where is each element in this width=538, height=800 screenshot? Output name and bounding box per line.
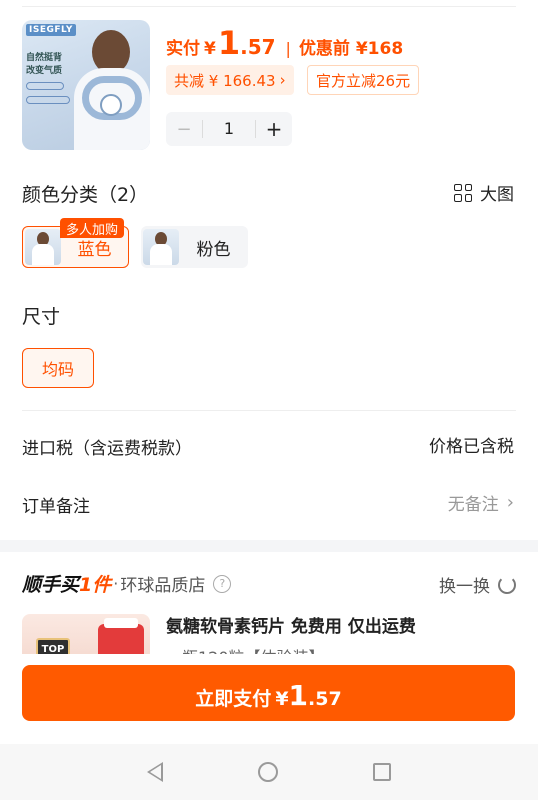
increment-button[interactable]: + bbox=[256, 117, 292, 141]
pay-now-label: 立即支付 bbox=[195, 688, 272, 710]
bottle-cap-shape bbox=[104, 618, 138, 628]
total-discount-chip[interactable]: 共减 ¥ 166.43 › bbox=[166, 65, 294, 95]
import-tax-value: 价格已含税 bbox=[429, 437, 514, 457]
section-divider bbox=[22, 410, 516, 411]
color-option-thumbnail bbox=[25, 229, 61, 265]
order-confirm-page: ISEGFLY 自然挺背 改变气质 实付 ¥ 1 .57 | 优惠前 ¥168 … bbox=[0, 0, 538, 800]
total-discount-label: 共减 ¥ 166.43 bbox=[174, 71, 276, 90]
color-section-title: 颜色分类（2） bbox=[22, 184, 149, 206]
bundle-brand: 顺手买 bbox=[22, 574, 80, 596]
chevron-right-icon: › bbox=[506, 492, 514, 513]
bundle-brand-count: 1件 bbox=[79, 574, 112, 596]
decrement-button[interactable]: − bbox=[166, 119, 202, 140]
bundle-subtitle: 环球品质店 bbox=[120, 576, 206, 596]
order-note-text: 无备注 bbox=[447, 495, 499, 515]
popular-badge: 多人加购 bbox=[60, 218, 125, 238]
system-navigation-bar bbox=[0, 744, 538, 800]
grid-icon bbox=[454, 183, 472, 202]
currency-symbol: ¥ bbox=[204, 39, 216, 59]
pay-now-currency: ¥ bbox=[275, 688, 289, 710]
big-picture-button[interactable]: 大图 bbox=[454, 180, 514, 205]
bundle-dot: · bbox=[113, 574, 119, 593]
chevron-right-icon: › bbox=[279, 71, 286, 89]
order-note-value[interactable]: 无备注 › bbox=[448, 490, 514, 515]
color-option-label: 粉色 bbox=[196, 239, 231, 260]
product-image[interactable]: ISEGFLY 自然挺背 改变气质 bbox=[22, 20, 150, 150]
help-icon[interactable]: ? bbox=[213, 574, 232, 593]
pay-now-button[interactable]: 立即支付 ¥ 1 .57 bbox=[22, 665, 515, 721]
size-option-one-size[interactable]: 均码 bbox=[22, 348, 94, 388]
swap-label: 换一换 bbox=[439, 577, 490, 597]
product-image-decoration bbox=[26, 82, 64, 90]
product-image-decoration bbox=[26, 96, 70, 104]
size-section-title: 尺寸 bbox=[22, 306, 61, 328]
import-tax-label: 进口税（含运费税款） bbox=[22, 439, 192, 459]
pay-label: 实付 bbox=[166, 39, 200, 59]
product-image-brand: ISEGFLY bbox=[26, 24, 76, 36]
price-row: 实付 ¥ 1 .57 | 优惠前 ¥168 bbox=[166, 24, 403, 64]
home-icon[interactable] bbox=[257, 762, 278, 782]
original-price: 优惠前 ¥168 bbox=[298, 39, 404, 59]
swap-button[interactable]: 换一换 bbox=[439, 572, 516, 597]
color-option-label: 蓝色 bbox=[77, 239, 112, 260]
pay-now-price-decimal: .57 bbox=[308, 688, 342, 710]
top-divider bbox=[22, 6, 516, 7]
product-image-tagline: 自然挺背 改变气质 bbox=[26, 53, 63, 76]
recommended-product-title[interactable]: 氨糖软骨素钙片 免费用 仅出运费 bbox=[166, 612, 416, 637]
recent-apps-icon[interactable] bbox=[372, 763, 391, 781]
quantity-stepper: − 1 + bbox=[166, 112, 292, 146]
price-decimal: .57 bbox=[240, 35, 276, 59]
color-option-thumbnail bbox=[143, 229, 179, 265]
official-discount-chip: 官方立减26元 bbox=[307, 65, 420, 95]
refresh-icon bbox=[498, 575, 516, 594]
bundle-title: 顺手买 1件 · 环球品质店 ? bbox=[22, 570, 232, 597]
order-note-label: 订单备注 bbox=[22, 497, 90, 517]
pay-now-price-integer: 1 bbox=[288, 679, 309, 712]
product-image-device bbox=[100, 94, 122, 116]
section-gap bbox=[0, 540, 538, 552]
big-picture-label: 大图 bbox=[480, 185, 514, 205]
color-option-pink[interactable]: 粉色 bbox=[141, 226, 248, 268]
back-icon[interactable] bbox=[147, 762, 164, 782]
price-integer: 1 bbox=[217, 24, 241, 62]
price-separator: | bbox=[285, 39, 291, 58]
quantity-value[interactable]: 1 bbox=[202, 120, 256, 138]
